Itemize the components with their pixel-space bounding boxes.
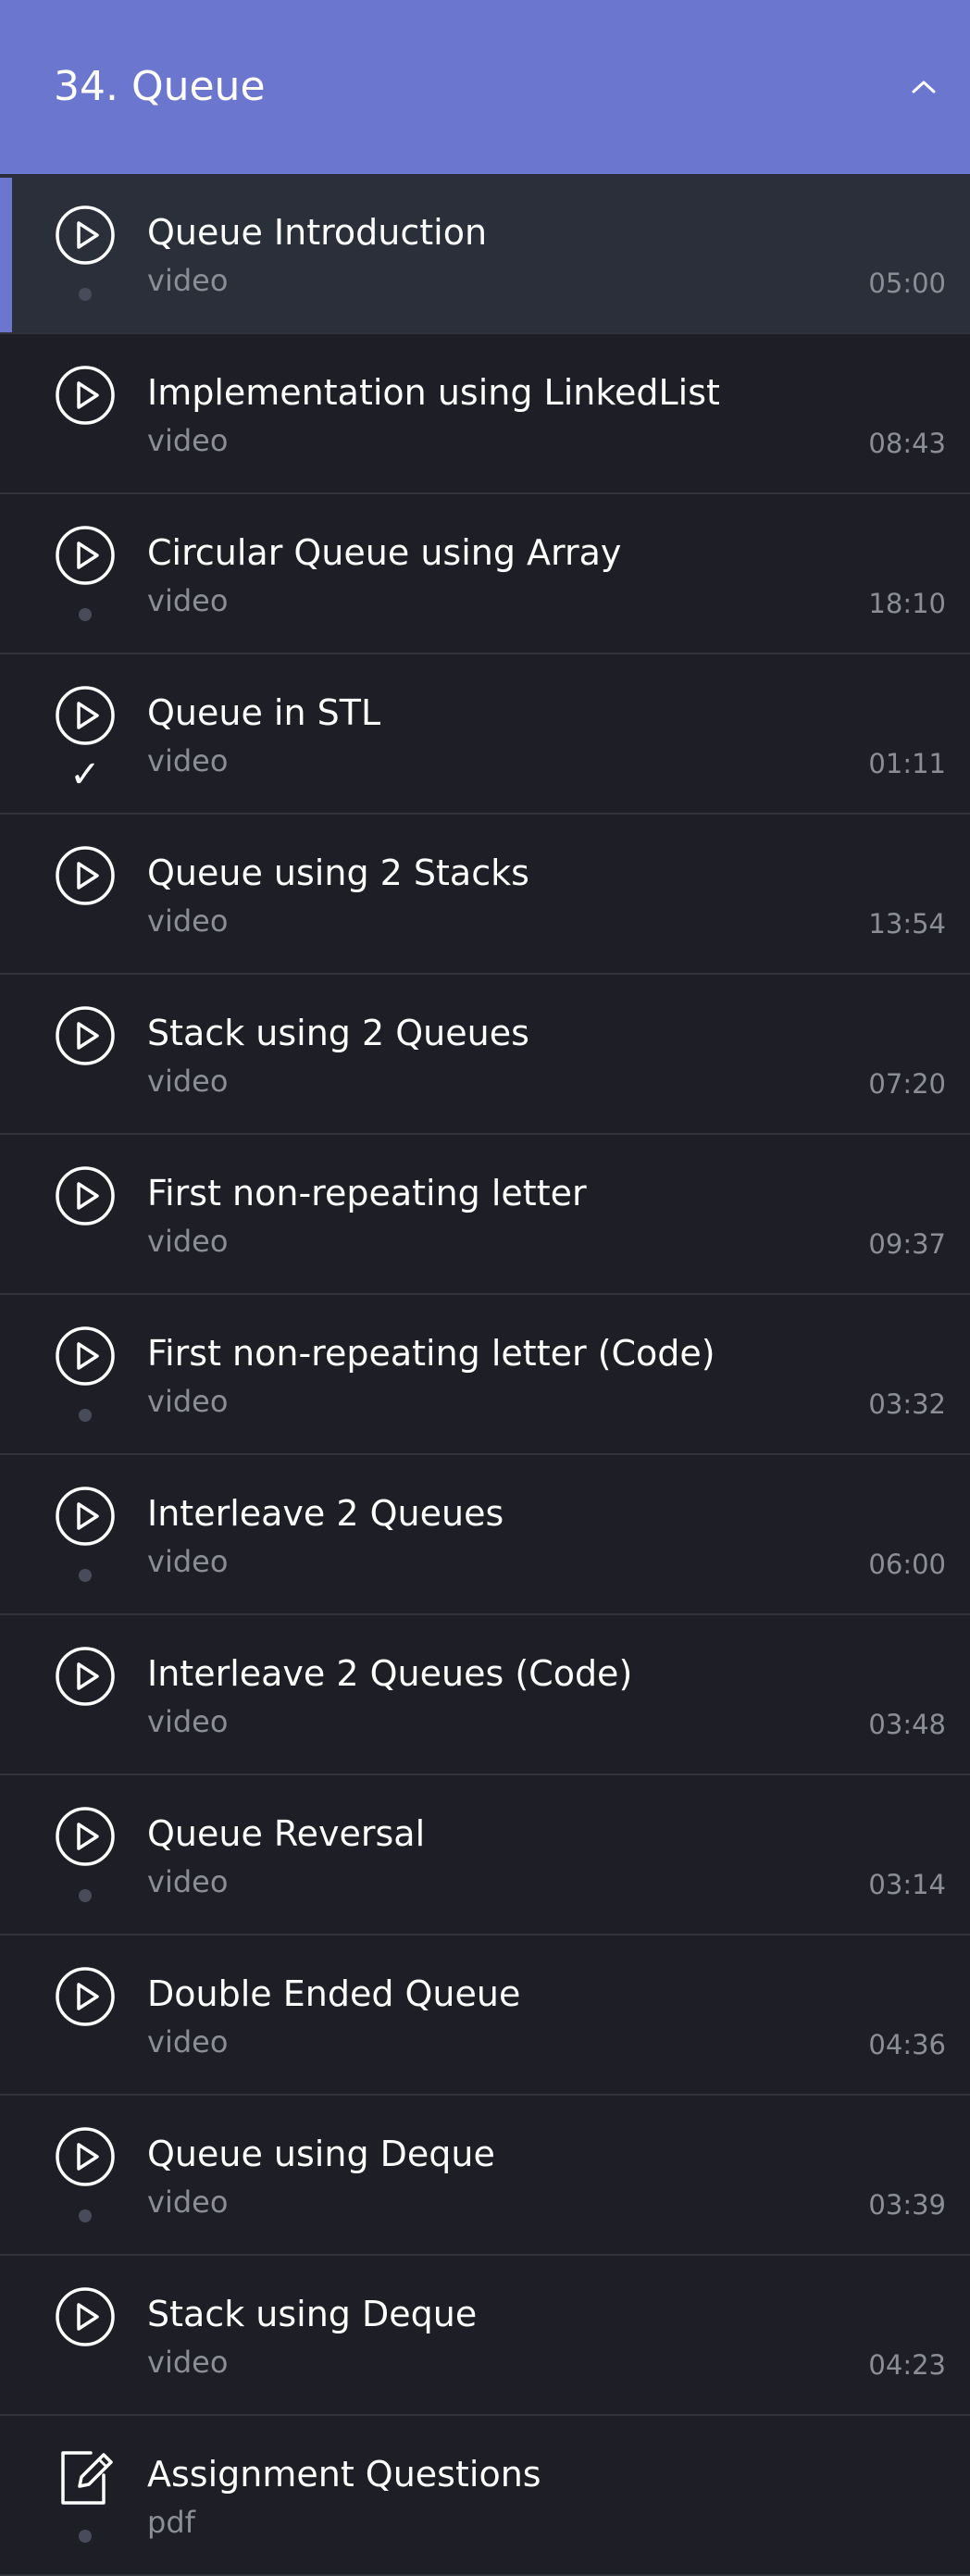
play-icon: [54, 2125, 117, 2188]
section-header[interactable]: 34. Queue: [0, 0, 970, 174]
section-title: 34. Queue: [54, 63, 266, 110]
incomplete-dot-icon: [54, 2197, 117, 2234]
status-placeholder: [54, 1717, 117, 1754]
status-placeholder: [54, 436, 117, 473]
lecture-type: video: [147, 583, 229, 618]
status-placeholder: [54, 916, 117, 953]
incomplete-dot-icon: [54, 276, 117, 313]
lecture-duration: 03:48: [868, 1709, 946, 1740]
lecture-type: video: [147, 1544, 229, 1579]
lecture-type: video: [147, 1704, 229, 1739]
lecture-item[interactable]: Queue Introduction video 05:00: [0, 174, 970, 334]
play-icon: [54, 204, 117, 267]
lecture-item[interactable]: Implementation using LinkedList video 08:4…: [0, 334, 970, 494]
play-icon: [54, 1164, 117, 1227]
lecture-duration: 07:20: [868, 1068, 946, 1100]
lecture-duration: 03:14: [868, 1869, 946, 1900]
lecture-duration: 06:00: [868, 1549, 946, 1580]
active-indicator: [0, 178, 12, 332]
lecture-item[interactable]: Double Ended Queue video 04:36: [0, 1935, 970, 2096]
status-placeholder: [54, 1237, 117, 1274]
lecture-title: Stack using 2 Queues: [147, 1013, 529, 1053]
lecture-title: Stack using Deque: [147, 2294, 478, 2334]
play-icon: [54, 1325, 117, 1388]
lecture-item[interactable]: First non-repeating letter video 09:37: [0, 1135, 970, 1295]
lecture-item[interactable]: First non-repeating letter (Code) video 03…: [0, 1295, 970, 1455]
lecture-duration: 01:11: [868, 748, 946, 779]
lecture-type: video: [147, 2184, 229, 2220]
lecture-item[interactable]: Queue using 2 Stacks video 13:54: [0, 815, 970, 975]
lecture-title: Circular Queue using Array: [147, 532, 622, 573]
lecture-title: Implementation using LinkedList: [147, 372, 720, 413]
lecture-type: video: [147, 263, 229, 298]
lecture-title: Double Ended Queue: [147, 1973, 521, 2014]
checkmark-icon: ✓: [69, 753, 101, 796]
play-icon: [54, 1645, 117, 1708]
lecture-duration: 03:32: [868, 1388, 946, 1420]
lecture-item[interactable]: Queue using Deque video 03:39: [0, 2096, 970, 2256]
lecture-title: Assignment Questions: [147, 2454, 541, 2495]
play-icon: [54, 1805, 117, 1868]
status-placeholder: [54, 1076, 117, 1114]
lecture-title: Interleave 2 Queues (Code): [147, 1653, 633, 1694]
play-icon: [54, 1485, 117, 1548]
lecture-type: video: [147, 1224, 229, 1259]
lecture-duration: 18:10: [868, 588, 946, 619]
lecture-type: video: [147, 1864, 229, 1899]
lecture-item[interactable]: Assignment Questions pdf: [0, 2416, 970, 2576]
lecture-title: Queue using 2 Stacks: [147, 852, 529, 893]
lecture-type: pdf: [147, 2505, 195, 2540]
incomplete-dot-icon: [54, 2518, 117, 2555]
incomplete-dot-icon: [54, 1877, 117, 1914]
lecture-title: Queue Introduction: [147, 212, 488, 253]
lecture-duration: 04:23: [868, 2349, 946, 2381]
lecture-title: Queue in STL: [147, 692, 381, 733]
lecture-title: Queue Reversal: [147, 1813, 426, 1854]
lecture-type: video: [147, 743, 229, 778]
lecture-duration: 03:39: [868, 2189, 946, 2221]
lecture-type: video: [147, 903, 229, 939]
lecture-item[interactable]: Stack using Deque video 04:23: [0, 2256, 970, 2416]
play-icon: [54, 2285, 117, 2348]
lecture-type: video: [147, 2024, 229, 2060]
lecture-type: video: [147, 2345, 229, 2380]
lecture-type: video: [147, 1384, 229, 1419]
play-icon: [54, 524, 117, 587]
incomplete-dot-icon: [54, 1557, 117, 1594]
lecture-title: First non-repeating letter (Code): [147, 1333, 715, 1374]
lecture-duration: 09:37: [868, 1228, 946, 1260]
lecture-type: video: [147, 1064, 229, 1099]
incomplete-dot-icon: [54, 596, 117, 633]
play-icon: [54, 844, 117, 907]
lecture-item[interactable]: Stack using 2 Queues video 07:20: [0, 975, 970, 1135]
lecture-duration: 08:43: [868, 428, 946, 459]
play-icon: [54, 684, 117, 747]
lecture-title: Queue using Deque: [147, 2134, 495, 2174]
status-placeholder: [54, 2037, 117, 2074]
lecture-duration: 13:54: [868, 908, 946, 940]
lecture-duration: 04:36: [868, 2029, 946, 2060]
lecture-item[interactable]: Circular Queue using Array video 18:10: [0, 494, 970, 654]
lecture-list: Queue Introduction video 05:00 Implementati…: [0, 174, 970, 2576]
lecture-item[interactable]: ✓ Queue in STL video 01:11: [0, 654, 970, 815]
play-icon: [54, 1004, 117, 1067]
status-placeholder: [54, 2358, 117, 2395]
lecture-duration: 05:00: [868, 268, 946, 299]
play-icon: [54, 364, 117, 427]
chevron-up-icon[interactable]: [898, 61, 950, 113]
play-icon: [54, 1965, 117, 2028]
lecture-title: First non-repeating letter: [147, 1173, 587, 1213]
lecture-title: Interleave 2 Queues: [147, 1493, 504, 1534]
lecture-type: video: [147, 423, 229, 458]
lecture-item[interactable]: Interleave 2 Queues (Code) video 03:48: [0, 1615, 970, 1775]
edit-document-icon: [54, 2445, 117, 2508]
incomplete-dot-icon: [54, 1397, 117, 1434]
lecture-item[interactable]: Queue Reversal video 03:14: [0, 1775, 970, 1935]
lecture-item[interactable]: Interleave 2 Queues video 06:00: [0, 1455, 970, 1615]
